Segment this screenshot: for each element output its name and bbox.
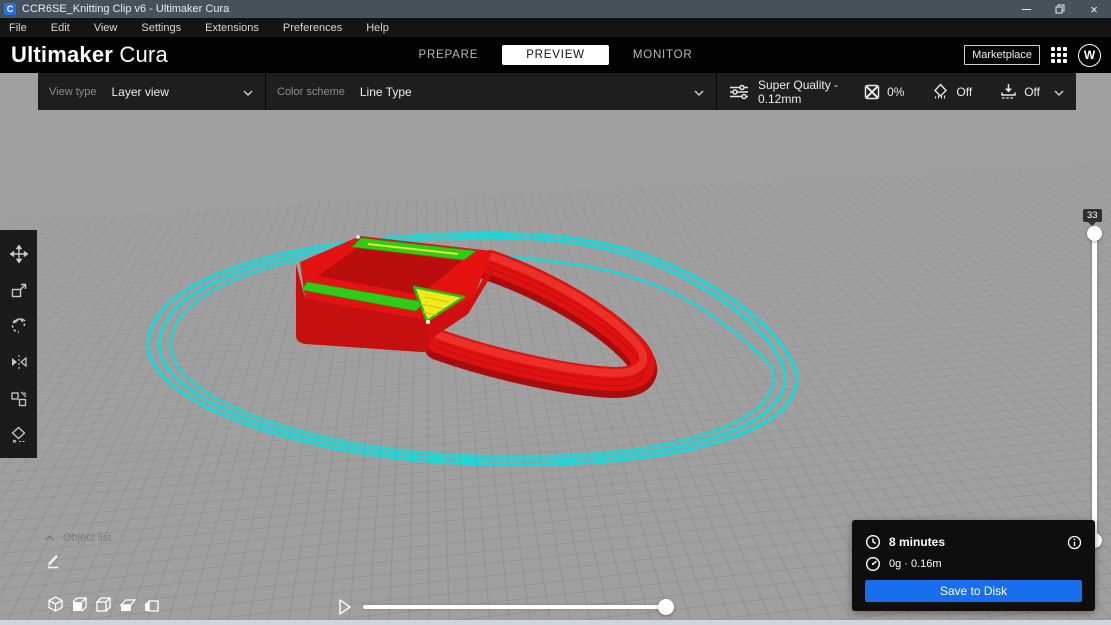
timeline-handle[interactable] — [658, 599, 674, 615]
menu-bar: File Edit View Settings Extensions Prefe… — [0, 18, 1111, 37]
menu-help[interactable]: Help — [354, 18, 401, 37]
object-list-label: Object list — [63, 532, 112, 544]
per-model-settings-icon — [11, 391, 27, 406]
menu-preferences[interactable]: Preferences — [271, 18, 354, 37]
adhesion-value: Off — [1024, 84, 1040, 99]
layer-slider-track[interactable] — [1092, 233, 1097, 540]
save-to-disk-button[interactable]: Save to Disk — [865, 580, 1082, 602]
view-left-icon[interactable] — [119, 596, 136, 613]
app-icon: C — [4, 3, 16, 15]
viewport-3d: Object list 8 minutes 0g · 0.16m Save to… — [0, 73, 1111, 625]
layer-slider-upper-handle[interactable] — [1087, 226, 1102, 241]
support-blocker-button[interactable] — [0, 416, 37, 452]
print-settings-panel[interactable]: Super Quality - 0.12mm 0% Off Off — [716, 73, 1076, 110]
window-title: CCR6SE_Knitting Clip v6 - Ultimaker Cura — [22, 3, 230, 15]
adhesion-icon — [1000, 83, 1017, 100]
menu-settings[interactable]: Settings — [129, 18, 193, 37]
left-toolbar — [0, 230, 37, 458]
view-right-icon[interactable] — [143, 596, 160, 613]
app-logo: Ultimaker Cura — [11, 42, 168, 68]
account-avatar[interactable]: W — [1078, 43, 1101, 67]
time-estimate: 8 minutes — [889, 535, 946, 549]
tab-prepare[interactable]: PREPARE — [398, 45, 498, 65]
minimize-button[interactable] — [1009, 0, 1043, 18]
camera-view-presets — [47, 596, 160, 613]
print-action-panel: 8 minutes 0g · 0.16m Save to Disk — [852, 520, 1095, 611]
mirror-icon — [11, 355, 27, 369]
infill-value: 0% — [887, 84, 905, 99]
title-bar: C CCR6SE_Knitting Clip v6 - Ultimaker Cu… — [0, 0, 1111, 18]
object-list-toggle[interactable]: Object list — [44, 532, 111, 544]
mirror-tool-button[interactable] — [0, 344, 37, 380]
chevron-up-icon — [45, 535, 54, 541]
scale-icon — [11, 283, 27, 297]
clock-icon — [865, 534, 881, 550]
menu-edit[interactable]: Edit — [39, 18, 82, 37]
model-knitting-clip[interactable] — [296, 235, 658, 398]
view-type-label: View type — [49, 85, 97, 98]
logo-light: Cura — [119, 42, 168, 67]
support-blocker-icon — [11, 426, 26, 443]
view-type-dropdown[interactable]: View type Layer view — [38, 73, 265, 110]
play-button[interactable] — [337, 598, 353, 621]
profile-summary: Super Quality - 0.12mm — [758, 77, 839, 106]
tab-monitor[interactable]: MONITOR — [613, 45, 713, 65]
material-icon — [865, 556, 881, 572]
move-icon — [9, 245, 28, 263]
menu-view[interactable]: View — [82, 18, 130, 37]
info-icon[interactable] — [1067, 535, 1082, 550]
support-icon — [932, 83, 949, 100]
layer-range-slider: 33 — [1080, 203, 1110, 553]
support-value: Off — [956, 84, 973, 99]
scale-tool-button[interactable] — [0, 272, 37, 308]
tab-preview[interactable]: PREVIEW — [502, 45, 609, 65]
view-front-icon[interactable] — [71, 596, 88, 613]
menu-extensions[interactable]: Extensions — [193, 18, 271, 37]
material-estimate: 0g · 0.16m — [889, 558, 942, 570]
sliders-icon — [729, 84, 749, 100]
close-icon: × — [1090, 1, 1098, 17]
color-scheme-value: Line Type — [359, 84, 412, 99]
maximize-button[interactable] — [1043, 0, 1077, 18]
timeline-track[interactable] — [363, 605, 666, 609]
app-header: Ultimaker Cura PREPARE PREVIEW MONITOR M… — [0, 37, 1111, 73]
edit-pencil-icon[interactable] — [46, 554, 61, 574]
marketplace-button[interactable]: Marketplace — [964, 45, 1040, 65]
stage-tabs: PREPARE PREVIEW MONITOR — [398, 37, 712, 73]
current-layer-badge: 33 — [1083, 209, 1102, 222]
close-button[interactable]: × — [1077, 0, 1111, 18]
rotate-tool-button[interactable] — [0, 308, 37, 344]
chevron-down-icon — [694, 83, 704, 101]
applications-grid-icon[interactable] — [1051, 47, 1067, 63]
chevron-down-icon — [1054, 83, 1064, 101]
view-top-icon[interactable] — [95, 596, 112, 613]
per-model-settings-button[interactable] — [0, 380, 37, 416]
infill-icon — [864, 84, 880, 100]
view-type-value: Layer view — [111, 84, 169, 99]
restore-icon — [1055, 4, 1065, 14]
view-3d-icon[interactable] — [47, 596, 64, 613]
chevron-down-icon — [243, 83, 253, 101]
simulation-timeline — [330, 593, 690, 623]
color-scheme-label: Color scheme — [277, 85, 345, 98]
logo-bold: Ultimaker — [11, 42, 114, 67]
rotate-icon — [11, 318, 26, 333]
menu-file[interactable]: File — [0, 18, 39, 37]
cura-window: C CCR6SE_Knitting Clip v6 - Ultimaker Cu… — [0, 0, 1111, 625]
color-scheme-dropdown[interactable]: Color scheme Line Type — [265, 73, 716, 110]
minimize-icon — [1021, 8, 1031, 10]
move-tool-button[interactable] — [0, 236, 37, 272]
